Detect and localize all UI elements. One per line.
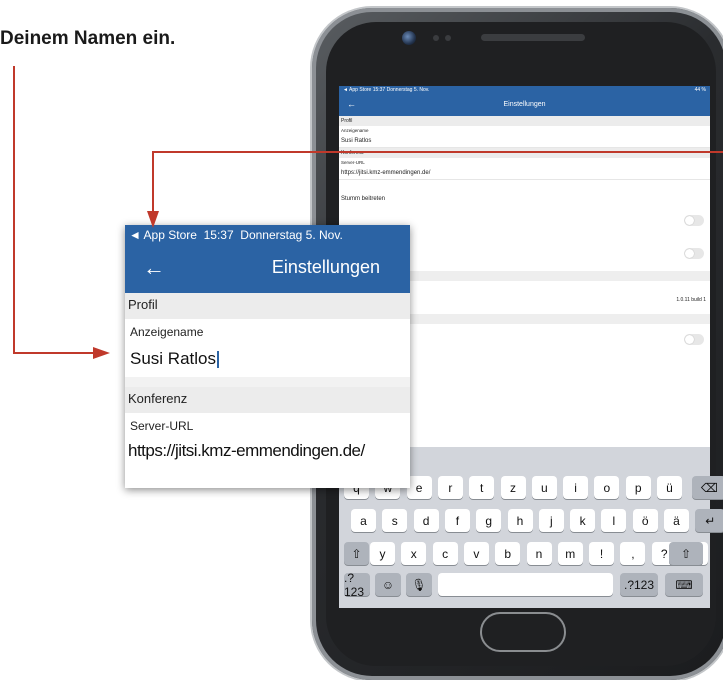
arrow-head-down-icon (147, 211, 159, 228)
callout-arrows (13, 66, 723, 359)
arrow-line-top (152, 151, 723, 212)
arrow-line-left (13, 66, 95, 354)
arrow-head-right-icon (93, 347, 110, 359)
